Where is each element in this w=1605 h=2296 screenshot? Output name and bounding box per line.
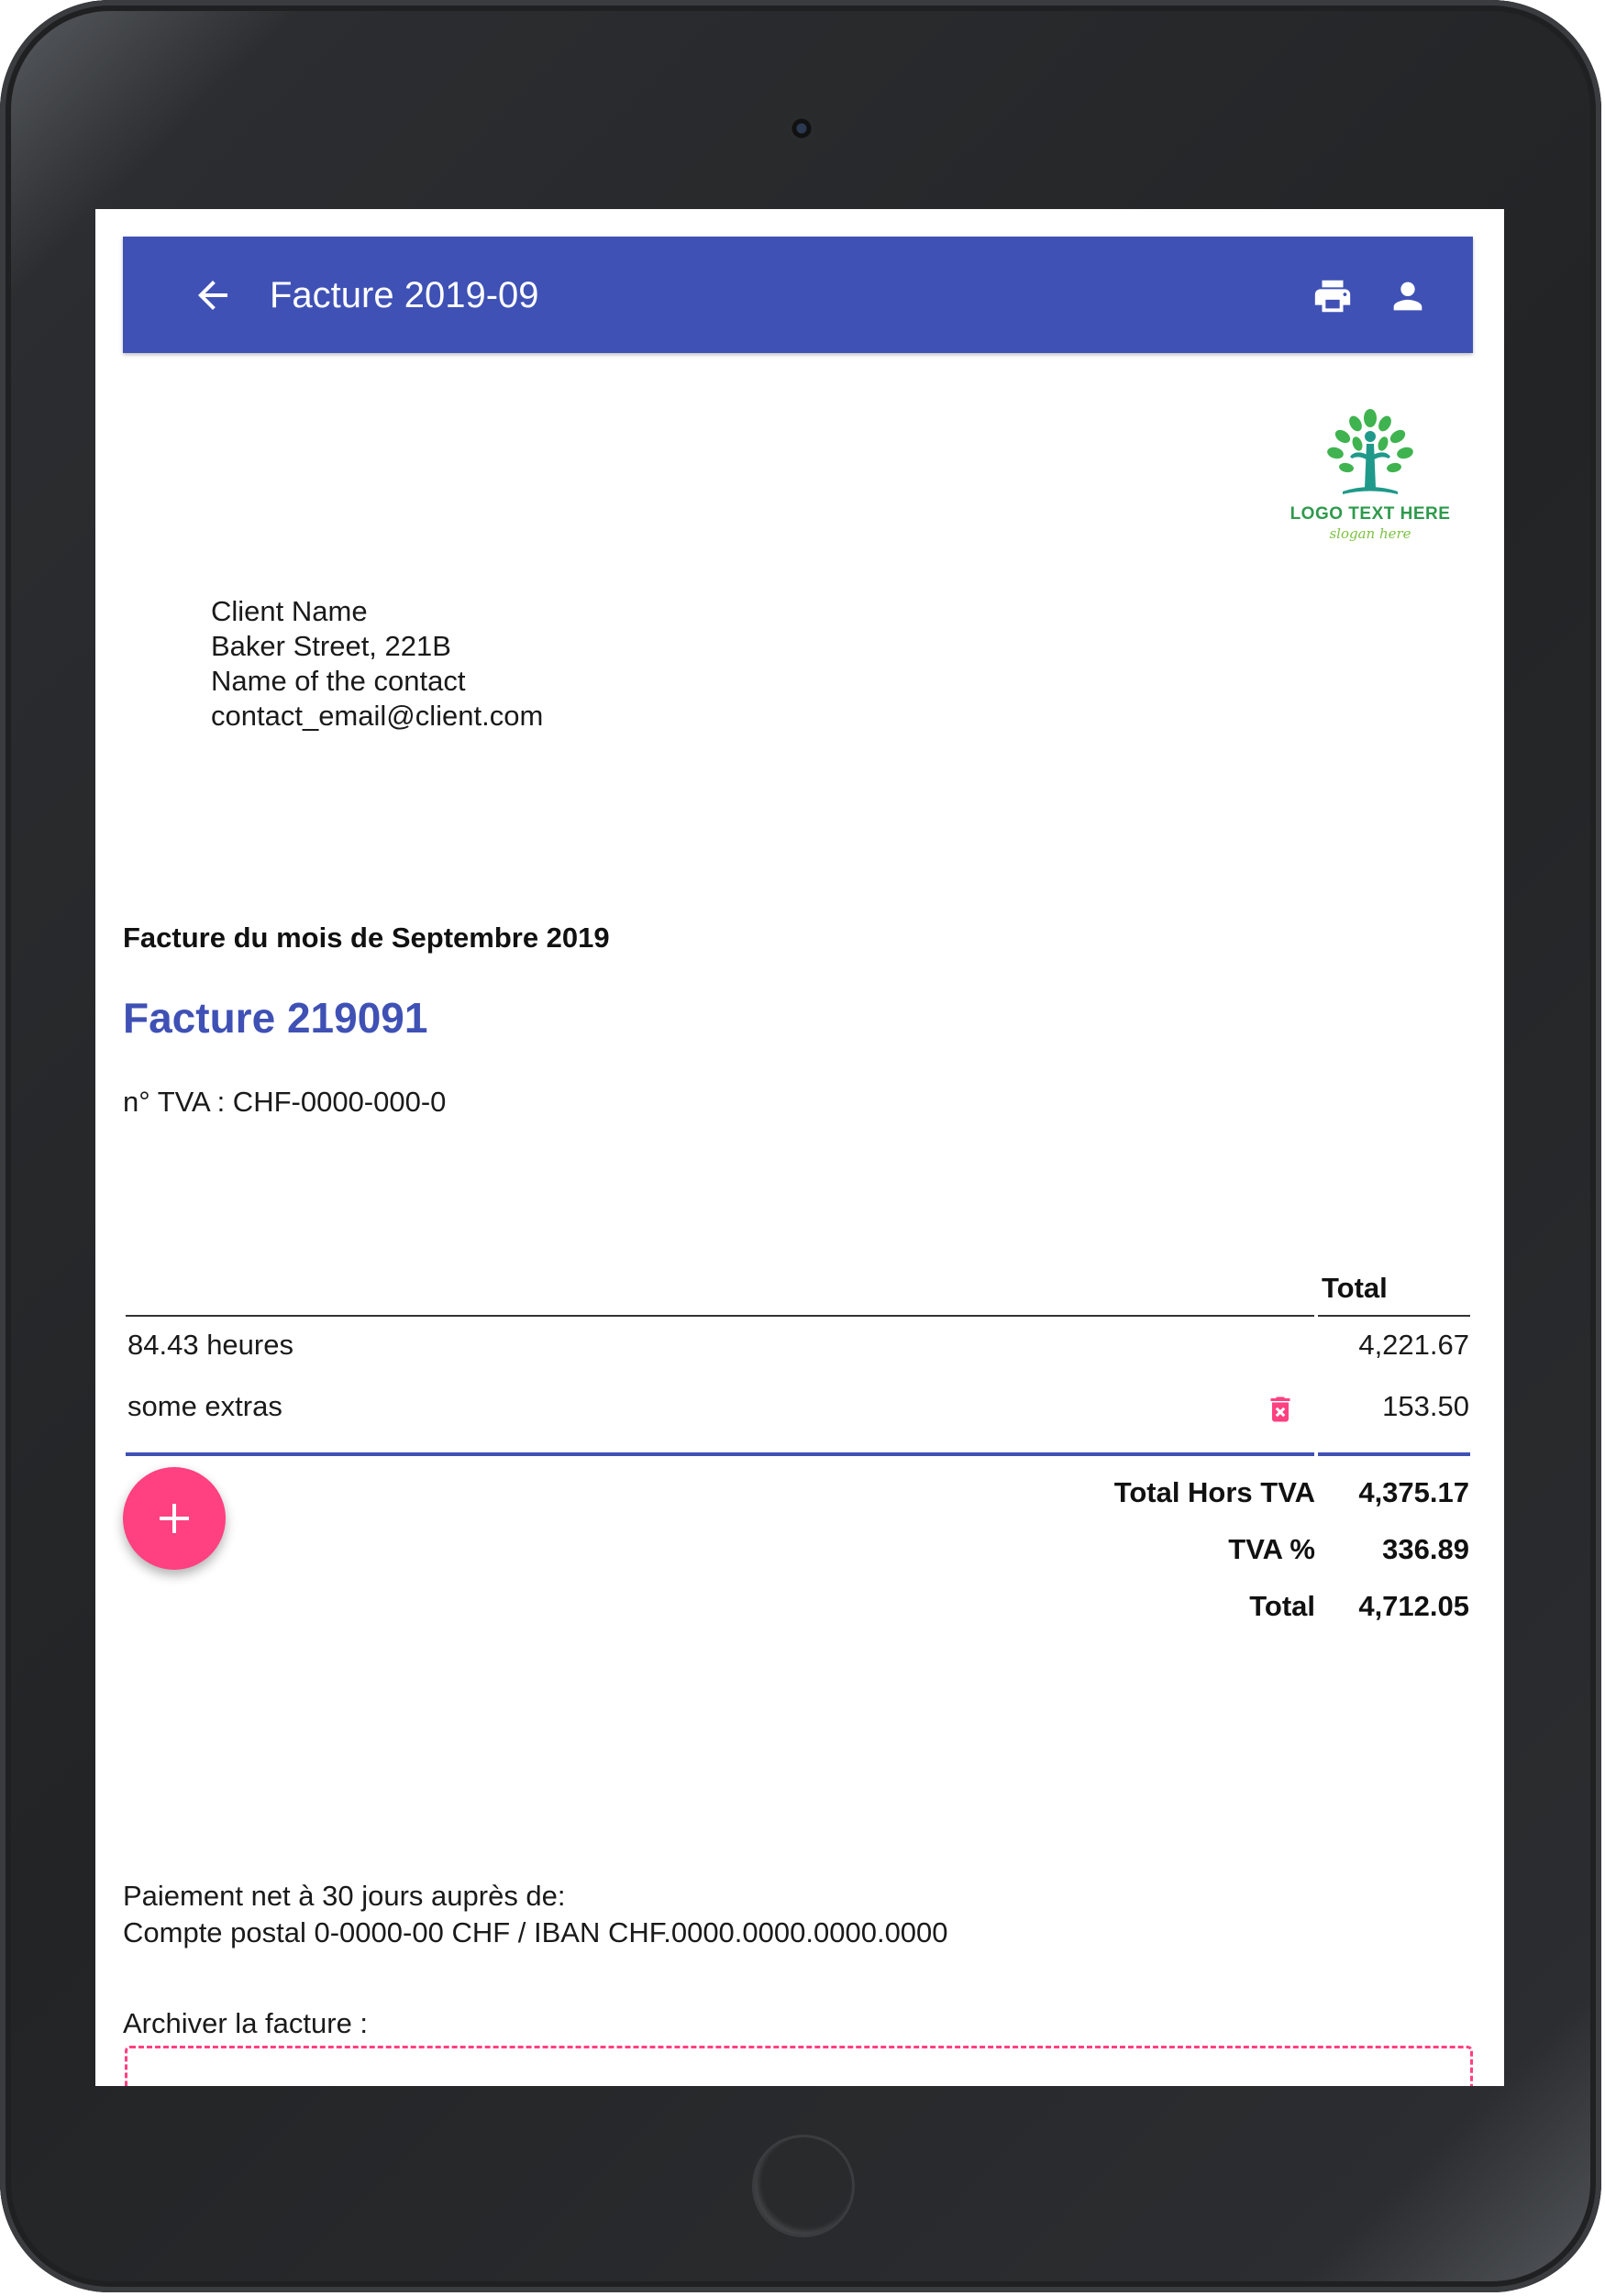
arrow-back-icon[interactable] xyxy=(191,273,235,317)
tree-logo-icon xyxy=(1327,409,1413,494)
plus-icon xyxy=(160,1504,189,1533)
vat-label: TVA % xyxy=(1228,1533,1315,1565)
camera-icon xyxy=(788,115,815,142)
subtotal-value: 4,375.17 xyxy=(1358,1476,1469,1508)
home-button[interactable] xyxy=(752,2135,855,2237)
payment-terms-line: Paiement net à 30 jours auprès de: xyxy=(123,1880,566,1912)
invoice-title: Facture 219091 xyxy=(123,994,428,1042)
line-item-amount: 4,221.67 xyxy=(1358,1329,1469,1361)
table-footer-rule-total xyxy=(1318,1452,1470,1456)
delete-icon[interactable] xyxy=(1264,1391,1297,1428)
client-name: Client Name xyxy=(211,595,368,627)
app-screen: Facture 2019-09 LOGO TEXT HERE slogan he… xyxy=(95,209,1504,2086)
client-address: Client Name Baker Street, 221B Name of t… xyxy=(211,594,543,734)
vat-value: 336.89 xyxy=(1382,1533,1469,1565)
table-header-rule xyxy=(126,1315,1314,1317)
line-item-description: 84.43 heures xyxy=(127,1329,293,1361)
page-title: Facture 2019-09 xyxy=(270,275,539,315)
print-icon[interactable] xyxy=(1312,275,1354,317)
archive-dropzone[interactable] xyxy=(125,2046,1473,2086)
total-value: 4,712.05 xyxy=(1358,1590,1469,1622)
invoice-subject: Facture du mois de Septembre 2019 xyxy=(123,922,610,954)
table-footer-rule xyxy=(126,1452,1314,1456)
person-icon[interactable] xyxy=(1387,275,1429,317)
client-street: Baker Street, 221B xyxy=(211,630,451,662)
line-item-description: some extras xyxy=(127,1390,282,1422)
payment-account-line: Compte postal 0-0000-00 CHF / IBAN CHF.0… xyxy=(123,1916,948,1948)
company-logo: LOGO TEXT HERE slogan here xyxy=(1278,403,1462,550)
client-contact: Name of the contact xyxy=(211,665,466,697)
line-item-amount: 153.50 xyxy=(1382,1390,1469,1422)
archive-label: Archiver la facture : xyxy=(123,2007,369,2039)
app-bar: Facture 2019-09 xyxy=(123,237,1473,353)
table-header-rule-total xyxy=(1318,1315,1470,1317)
add-line-button[interactable] xyxy=(123,1467,226,1570)
payment-terms: Paiement net à 30 jours auprès de: Compt… xyxy=(123,1878,948,1951)
total-label: Total xyxy=(1249,1590,1315,1622)
tablet-frame: Facture 2019-09 LOGO TEXT HERE slogan he… xyxy=(0,0,1601,2292)
total-column-header: Total xyxy=(1322,1272,1388,1304)
client-email: contact_email@client.com xyxy=(211,700,544,732)
logo-text: LOGO TEXT HERE xyxy=(1290,504,1451,524)
subtotal-label: Total Hors TVA xyxy=(1113,1476,1315,1508)
vat-number: n° TVA : CHF-0000-000-0 xyxy=(123,1086,447,1118)
logo-slogan: slogan here xyxy=(1329,525,1411,542)
